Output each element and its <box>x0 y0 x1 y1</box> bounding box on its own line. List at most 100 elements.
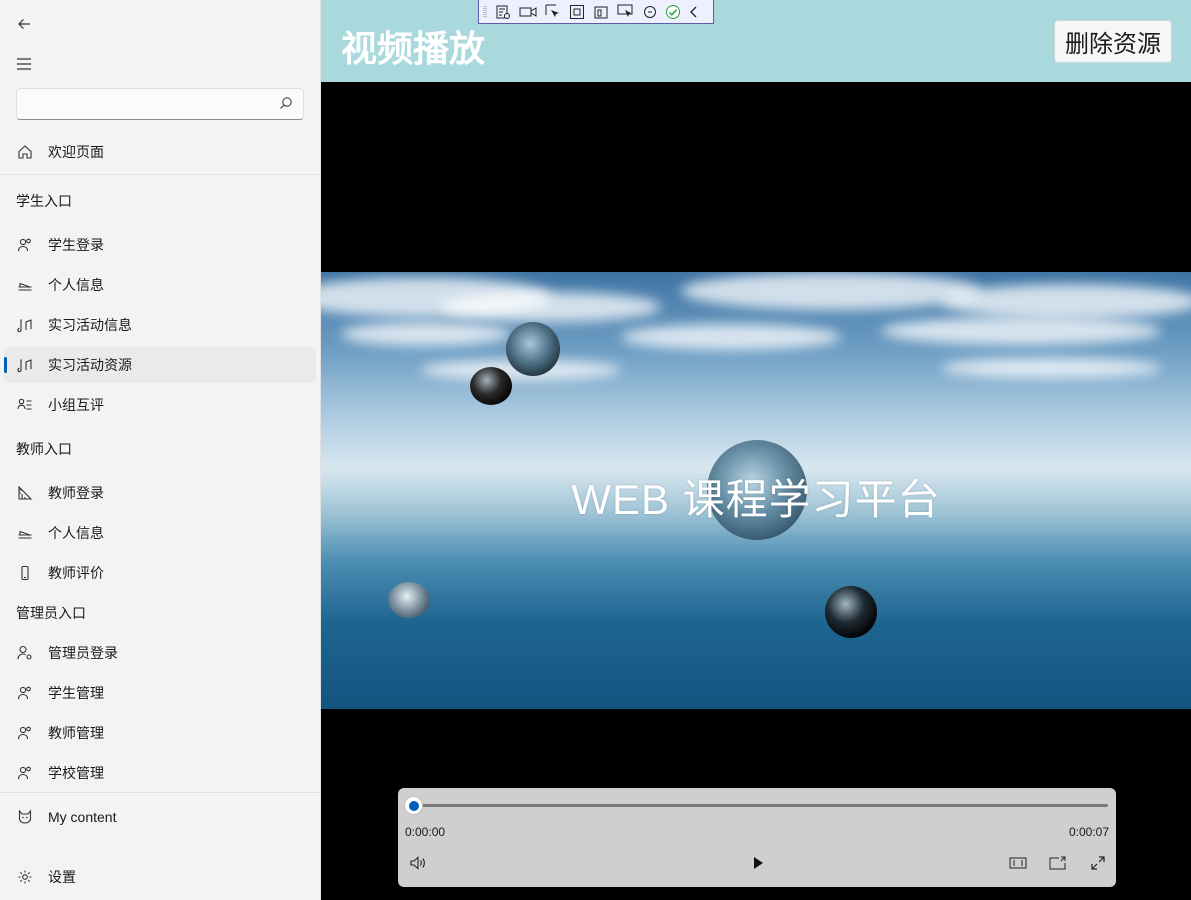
page-title: 视频播放 <box>341 28 486 69</box>
selection-indicator <box>4 357 7 373</box>
seek-bar[interactable] <box>414 804 1108 807</box>
seek-thumb[interactable] <box>404 796 423 815</box>
bed-icon <box>16 524 34 542</box>
people-icon <box>16 236 34 254</box>
footer-nav: My content 设置 <box>0 790 320 897</box>
search-icon[interactable] <box>279 96 293 110</box>
nav-item-teacher-management[interactable]: 教师管理 <box>0 713 320 753</box>
status-ok-icon <box>665 4 681 20</box>
back-arrow-icon <box>18 19 30 29</box>
total-duration: 0:00:07 <box>1068 825 1109 839</box>
nav-item-label: 个人信息 <box>48 525 104 541</box>
seek-thumb-dot <box>408 800 419 811</box>
nav-item-peer-review[interactable]: 小组互评 <box>0 385 320 425</box>
navigation-pane: 欢迎页面 学生入口 学生登录 个人信息 实习活动信息 实习活动资源 小组互评 教… <box>0 0 321 900</box>
nav-item-my-content[interactable]: My content <box>0 797 320 837</box>
cast-icon <box>1049 856 1066 870</box>
video-camera-icon[interactable] <box>519 5 537 19</box>
nav-item-label: 学校管理 <box>48 765 104 781</box>
section-header-admin: 管理员入口 <box>16 605 86 621</box>
phone-icon <box>16 564 34 582</box>
grip-icon[interactable] <box>483 4 487 20</box>
divider <box>0 174 320 175</box>
gear-icon <box>16 868 34 886</box>
list-person-icon <box>16 396 34 414</box>
nav-item-school-management[interactable]: 学校管理 <box>0 753 320 793</box>
nav-item-label: 教师评价 <box>48 565 104 581</box>
nav-item-teacher-login[interactable]: 教师登录 <box>0 473 320 513</box>
media-player[interactable]: WEB 课程学习平台 0:00:00 0:00:07 <box>321 82 1191 900</box>
nav-item-admin-login[interactable]: 管理员登录 <box>0 633 320 673</box>
cloud <box>881 317 1161 345</box>
nav-item-label: 实习活动资源 <box>48 357 132 373</box>
chrome-sphere <box>388 582 430 618</box>
display-layout-adorners-icon[interactable] <box>569 4 585 20</box>
search-box[interactable] <box>16 88 304 120</box>
people-icon <box>16 724 34 742</box>
back-button[interactable] <box>12 12 36 36</box>
aspect-ratio-icon <box>1009 857 1027 869</box>
music-note-icon <box>16 356 34 374</box>
select-tooltip-icon[interactable] <box>617 4 635 20</box>
transport-controls: 0:00:00 0:00:07 <box>398 788 1116 887</box>
section-header-teacher: 教师入口 <box>16 441 72 457</box>
bed-icon <box>16 276 34 294</box>
nav-item-internship-info[interactable]: 实习活动信息 <box>0 305 320 345</box>
cast-button[interactable] <box>1047 852 1069 874</box>
nav-item-internship-resources[interactable]: 实习活动资源 <box>4 347 316 383</box>
cloud <box>441 292 661 322</box>
search-input[interactable] <box>17 89 267 119</box>
dark-sphere <box>825 586 877 638</box>
divider <box>0 792 320 793</box>
current-time: 0:00:00 <box>405 825 446 839</box>
nav-item-student-management[interactable]: 学生管理 <box>0 673 320 713</box>
nav-item-label: My content <box>48 809 117 825</box>
xaml-debug-toolbar <box>478 0 714 24</box>
dark-sphere <box>470 367 512 405</box>
cloud <box>941 284 1191 319</box>
section-header-student: 学生入口 <box>16 193 72 209</box>
collapse-chevron-icon[interactable] <box>689 5 699 19</box>
speaker-icon <box>410 856 425 870</box>
nav-item-label: 小组互评 <box>48 397 104 413</box>
nav-item-student-profile[interactable]: 个人信息 <box>0 265 320 305</box>
hamburger-icon <box>17 58 31 70</box>
people-icon <box>16 764 34 782</box>
aspect-ratio-button[interactable] <box>1007 852 1029 874</box>
chrome-sphere <box>506 322 560 376</box>
nav-item-label: 实习活动信息 <box>48 317 132 333</box>
cloud <box>941 358 1161 378</box>
nav-item-student-login[interactable]: 学生登录 <box>0 225 320 265</box>
nav-item-label: 欢迎页面 <box>48 144 104 160</box>
hamburger-menu-button[interactable] <box>12 52 36 76</box>
nav-item-teacher-evaluation[interactable]: 教师评价 <box>0 553 320 593</box>
track-focus-icon[interactable] <box>593 4 609 20</box>
nav-item-label: 教师管理 <box>48 725 104 741</box>
video-frame: WEB 课程学习平台 <box>321 272 1191 709</box>
play-button[interactable] <box>747 852 769 874</box>
nav-item-label: 教师登录 <box>48 485 104 501</box>
nav-item-label: 学生管理 <box>48 685 104 701</box>
volume-button[interactable] <box>407 852 429 874</box>
ruler-icon <box>16 484 34 502</box>
nav-item-welcome[interactable]: 欢迎页面 <box>0 132 320 172</box>
play-icon <box>754 857 763 869</box>
nav-item-label: 个人信息 <box>48 277 104 293</box>
delete-resource-button[interactable]: 删除资源 <box>1054 20 1172 63</box>
live-tree-icon[interactable] <box>495 4 511 20</box>
nav-item-label: 学生登录 <box>48 237 104 253</box>
binding-failures-icon[interactable] <box>643 5 657 19</box>
video-frame-title: WEB 课程学习平台 <box>571 476 941 523</box>
fullscreen-button[interactable] <box>1087 852 1109 874</box>
cloud <box>621 324 841 350</box>
nav-item-label: 管理员登录 <box>48 645 118 661</box>
nav-list: 欢迎页面 学生入口 学生登录 个人信息 实习活动信息 实习活动资源 小组互评 教… <box>0 132 320 793</box>
nav-item-teacher-profile[interactable]: 个人信息 <box>0 513 320 553</box>
select-element-icon[interactable] <box>545 4 561 20</box>
cloud <box>341 322 511 346</box>
nav-item-settings[interactable]: 设置 <box>0 857 320 897</box>
cloud <box>681 272 981 310</box>
cat-icon <box>16 808 34 826</box>
fullscreen-icon <box>1091 856 1105 870</box>
nav-item-label: 设置 <box>48 869 76 885</box>
